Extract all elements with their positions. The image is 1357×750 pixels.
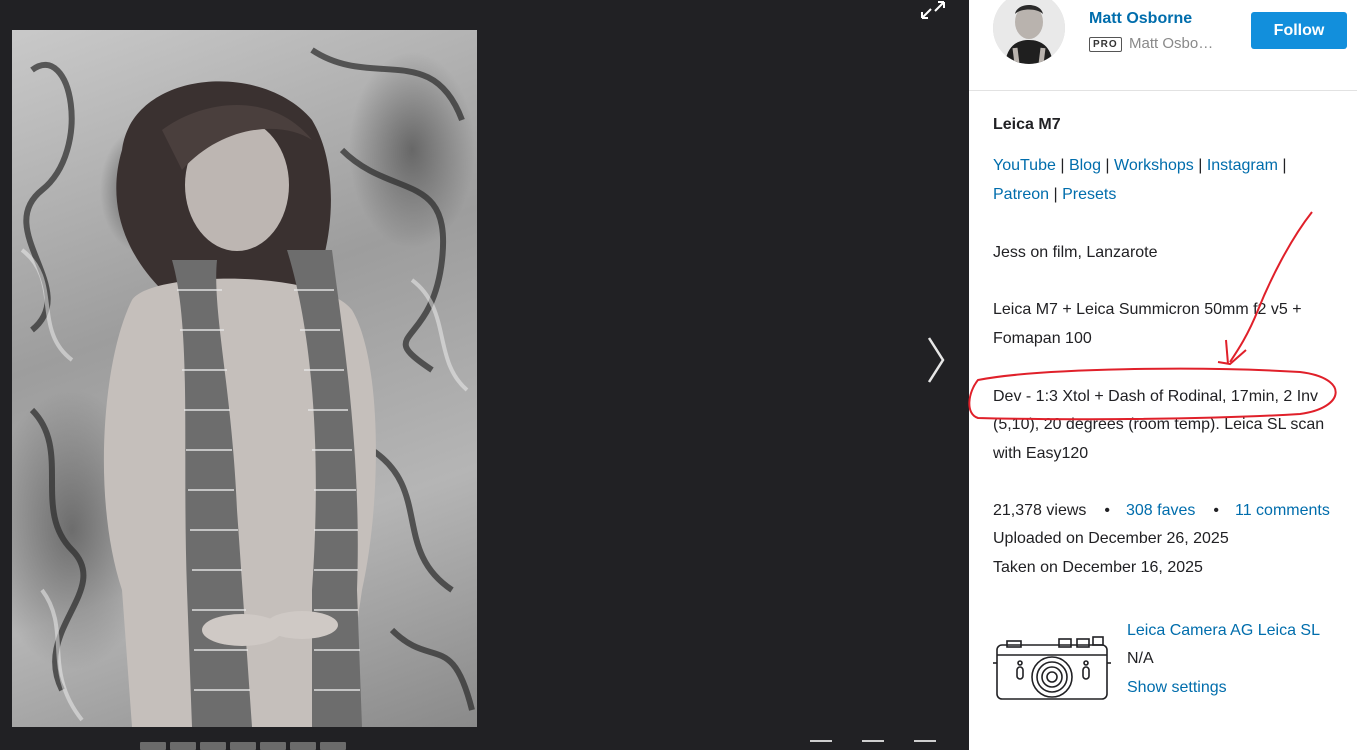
stats-dot: • [1213, 502, 1219, 519]
filmstrip-thumb[interactable] [230, 742, 256, 750]
filmstrip[interactable] [140, 742, 346, 750]
filmstrip-thumb[interactable] [140, 742, 166, 750]
filmstrip-thumb[interactable] [320, 742, 346, 750]
photo-viewer [0, 0, 969, 750]
description-links: YouTube | Blog | Workshops | Instagram |… [993, 151, 1333, 209]
fave-icon[interactable] [810, 740, 832, 750]
link-separator: | [1105, 157, 1110, 174]
show-settings-link[interactable]: Show settings [1127, 679, 1227, 697]
filmstrip-thumb[interactable] [200, 742, 226, 750]
owner-header: Matt Osborne PRO Matt Osbo… Follow [969, 0, 1357, 91]
camera-model-link[interactable]: Leica Camera AG Leica SL [1127, 622, 1320, 640]
photo-illustration [20, 47, 475, 727]
link-separator: | [1282, 157, 1287, 174]
chevron-right-icon[interactable] [922, 334, 950, 386]
link-instagram[interactable]: Instagram [1207, 157, 1278, 174]
link-separator: | [1053, 186, 1058, 203]
pro-badge: PRO [1089, 37, 1122, 52]
description-line: Leica M7 + Leica Summicron 50mm f2 v5 + [993, 301, 1302, 318]
main-photo[interactable] [12, 30, 477, 727]
faves-link[interactable]: 308 faves [1126, 496, 1195, 525]
comments-link[interactable]: 11 comments [1235, 496, 1330, 525]
description-line: with Easy120 [993, 445, 1089, 462]
filmstrip-thumb[interactable] [170, 742, 196, 750]
photo-stats: 21,378 views • 308 faves • 11 comments [993, 496, 1330, 525]
description-line: Dev - 1:3 Xtol + Dash of Rodinal, 17min,… [993, 388, 1319, 405]
filmstrip-thumb[interactable] [290, 742, 316, 750]
link-presets[interactable]: Presets [1062, 186, 1116, 203]
camera-icon[interactable] [993, 633, 1111, 703]
link-patreon[interactable]: Patreon [993, 186, 1049, 203]
photo-title: Leica M7 [993, 116, 1061, 133]
owner-name-link[interactable]: Matt Osborne [1089, 10, 1192, 28]
follow-button[interactable]: Follow [1251, 12, 1347, 49]
comment-icon[interactable] [862, 740, 884, 750]
filmstrip-thumb[interactable] [260, 742, 286, 750]
expand-icon[interactable] [918, 0, 948, 20]
owner-handle[interactable]: Matt Osbo… [1129, 35, 1213, 52]
photo-sidebar: Matt Osborne PRO Matt Osbo… Follow Leica… [969, 0, 1357, 750]
add-icon[interactable] [914, 740, 936, 750]
lens-value: N/A [1127, 650, 1154, 667]
description-line: Fomapan 100 [993, 330, 1092, 347]
link-workshops[interactable]: Workshops [1114, 157, 1194, 174]
avatar[interactable] [993, 0, 1065, 64]
description-line: Jess on film, Lanzarote [993, 244, 1158, 261]
link-blog[interactable]: Blog [1069, 157, 1101, 174]
description-line: (5,10), 20 degrees (room temp). Leica SL… [993, 416, 1325, 433]
uploaded-date: Uploaded on December 26, 2025 [993, 530, 1229, 547]
taken-date: Taken on December 16, 2025 [993, 559, 1203, 576]
avatar-image [993, 0, 1065, 64]
link-youtube[interactable]: YouTube [993, 157, 1056, 174]
stats-dot: • [1104, 502, 1110, 519]
link-separator: | [1060, 157, 1065, 174]
views-count: 21,378 views [993, 502, 1087, 519]
viewer-toolbar [810, 740, 936, 750]
link-separator: | [1198, 157, 1203, 174]
